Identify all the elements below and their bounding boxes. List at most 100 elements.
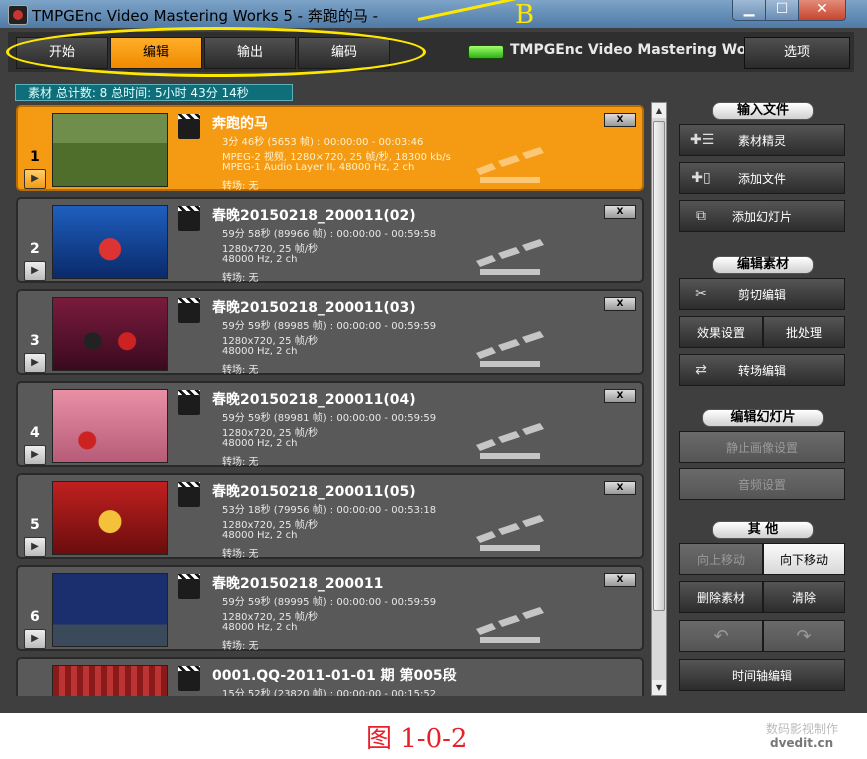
remove-clip-button[interactable]: X <box>604 205 636 219</box>
play-icon[interactable]: ▶ <box>24 629 46 649</box>
clip-title: 春晚20150218_200011(02) <box>212 208 416 224</box>
plus-list-icon: ✚☰ <box>690 132 715 148</box>
clapperboard-icon <box>178 574 200 599</box>
clip-thumbnail <box>52 481 168 555</box>
clip-number: 2 <box>30 241 40 257</box>
remove-clip-button[interactable]: X <box>604 573 636 587</box>
add-slideshow-label: 添加幻灯片 <box>731 210 792 224</box>
edit-clip-header: 编辑素材 <box>712 256 814 274</box>
audio-settings-button[interactable]: 音频设置 <box>679 468 845 500</box>
play-icon[interactable]: ▶ <box>24 261 46 281</box>
add-slideshow-button[interactable]: ⧉ 添加幻灯片 <box>679 200 845 232</box>
clip-title: 春晚20150218_200011(04) <box>212 392 416 408</box>
redo-icon[interactable]: ↷ <box>763 620 845 652</box>
app-window: TMPGEnc Video Mastering Works 5 - 奔跑的马 -… <box>0 0 867 713</box>
clip-info-line: 1280x720, 25 帧/秒 <box>222 243 319 255</box>
clip-row[interactable]: ▶0001.QQ-2011-01-01 期 第005段15分 52秒 (2382… <box>16 657 644 696</box>
other-header: 其 他 <box>712 521 814 539</box>
effects-button[interactable]: 效果设置 <box>679 316 763 348</box>
scissors-icon: ✂ <box>695 286 707 302</box>
delete-clip-button[interactable]: 删除素材 <box>679 581 763 613</box>
clip-thumbnail <box>52 297 168 371</box>
remove-clip-button[interactable]: X <box>604 481 636 495</box>
clip-number: 1 <box>30 149 40 165</box>
add-file-button[interactable]: ✚▯ 添加文件 <box>679 162 845 194</box>
annotation-label: B <box>515 0 535 30</box>
remove-clip-button[interactable]: X <box>604 389 636 403</box>
clip-info-line: MPEG-1 Audio Layer II, 48000 Hz, 2 ch <box>222 162 415 173</box>
clip-number: 6 <box>30 609 40 625</box>
scroll-up-arrow-icon[interactable]: ▲ <box>652 103 666 118</box>
clip-info-line: 59分 59秒 (89995 帧) : 00:00:00 - 00:59:59 <box>222 597 437 608</box>
clapperboard-icon <box>178 114 200 139</box>
clip-thumbnail <box>52 205 168 279</box>
clip-title: 春晚20150218_200011(03) <box>212 300 416 316</box>
clip-number: 5 <box>30 517 40 533</box>
scroll-thumb[interactable] <box>653 121 665 611</box>
clapperboard-icon <box>178 666 200 691</box>
remove-clip-button[interactable]: X <box>604 113 636 127</box>
transition-edit-button[interactable]: ⇄ 转场编辑 <box>679 354 845 386</box>
clip-number: 3 <box>30 333 40 349</box>
clip-info-line: MPEG-2 视频, 1280×720, 25 帧/秒, 18300 kb/s <box>222 151 451 163</box>
clip-title: 奔跑的马 <box>212 116 268 132</box>
clip-info-line: 48000 Hz, 2 ch <box>222 254 298 265</box>
minimize-button[interactable]: ▁ <box>732 0 766 21</box>
clip-row[interactable]: 4 ▶ 春晚20150218_200011(04) 59分 59秒 (89981 帧)… <box>16 381 644 468</box>
clip-thumbnail <box>52 113 168 187</box>
play-icon[interactable]: ▶ <box>24 169 46 189</box>
clip-info-line: 转场: 无 <box>222 364 259 376</box>
move-up-button[interactable]: 向上移动 <box>679 543 763 575</box>
clapper-stripes-icon <box>476 515 544 551</box>
status-led-icon <box>468 45 504 59</box>
clapperboard-icon <box>178 206 200 231</box>
clip-title: 0001.QQ-2011-01-01 期 第005段 <box>212 668 457 684</box>
clip-row[interactable]: 1 ▶ 奔跑的马 3分 46秒 (5653 帧) : 00:00:00 - 00:03… <box>16 105 644 192</box>
maximize-button[interactable]: ☐ <box>765 0 799 21</box>
clip-thumbnail <box>52 665 168 696</box>
clip-info-line: 转场: 无 <box>222 640 259 652</box>
clip-info-line: 53分 18秒 (79956 帧) : 00:00:00 - 00:53:18 <box>222 505 437 516</box>
clip-info-line: 59分 59秒 (89985 帧) : 00:00:00 - 00:59:59 <box>222 321 437 332</box>
clip-info-line: 转场: 无 <box>222 272 259 284</box>
app-icon <box>8 5 28 25</box>
clip-wizard-button[interactable]: ✚☰ 素材精灵 <box>679 124 845 156</box>
batch-button[interactable]: 批处理 <box>763 316 845 348</box>
clip-summary-bar: 素材 总计数: 8 总时间: 5小时 43分 14秒 <box>15 84 293 101</box>
move-down-button[interactable]: 向下移动 <box>763 543 845 575</box>
still-image-settings-button[interactable]: 静止画像设置 <box>679 431 845 463</box>
clip-wizard-label: 素材精灵 <box>737 134 786 148</box>
window-title: TMPGEnc Video Mastering Works 5 - 奔跑的马 - <box>32 7 378 25</box>
cut-edit-label: 剪切编辑 <box>737 288 786 302</box>
clip-row[interactable]: 6 ▶ 春晚20150218_200011 59分 59秒 (89995 帧) : 0… <box>16 565 644 652</box>
close-window-button[interactable]: ✕ <box>798 0 846 21</box>
clip-info-line: 转场: 无 <box>222 180 259 192</box>
play-icon[interactable]: ▶ <box>24 537 46 557</box>
clip-row[interactable]: 3 ▶ 春晚20150218_200011(03) 59分 59秒 (89985 帧)… <box>16 289 644 376</box>
play-icon[interactable]: ▶ <box>24 445 46 465</box>
transition-edit-label: 转场编辑 <box>737 364 786 378</box>
watermark-text: 数码影视制作 <box>766 722 839 736</box>
clapper-stripes-icon <box>476 423 544 459</box>
timeline-edit-button[interactable]: 时间轴编辑 <box>679 659 845 691</box>
clip-info-line: 1280x720, 25 帧/秒 <box>222 611 319 623</box>
clip-info-line: 59分 58秒 (89966 帧) : 00:00:00 - 00:59:58 <box>222 229 437 240</box>
cut-edit-button[interactable]: ✂ 剪切编辑 <box>679 278 845 310</box>
clip-info-line: 1280x720, 25 帧/秒 <box>222 427 319 439</box>
edit-slideshow-header: 编辑幻灯片 <box>702 409 824 427</box>
undo-icon[interactable]: ↶ <box>679 620 763 652</box>
options-button[interactable]: 选项 <box>744 37 850 69</box>
clip-row[interactable]: 5 ▶ 春晚20150218_200011(05) 53分 18秒 (79956 帧)… <box>16 473 644 560</box>
clapperboard-icon <box>178 390 200 415</box>
clear-button[interactable]: 清除 <box>763 581 845 613</box>
clip-number: 4 <box>30 425 40 441</box>
clip-thumbnail <box>52 573 168 647</box>
clip-info-line: 1280x720, 25 帧/秒 <box>222 335 319 347</box>
scroll-down-arrow-icon[interactable]: ▼ <box>652 680 666 695</box>
plus-file-icon: ✚▯ <box>691 170 711 186</box>
clip-row[interactable]: 2 ▶ 春晚20150218_200011(02) 59分 58秒 (89966 帧)… <box>16 197 644 284</box>
clip-list-scrollbar[interactable]: ▲ ▼ <box>651 102 667 696</box>
remove-clip-button[interactable]: X <box>604 297 636 311</box>
play-icon[interactable]: ▶ <box>24 353 46 373</box>
annotation-ellipse <box>6 27 426 77</box>
